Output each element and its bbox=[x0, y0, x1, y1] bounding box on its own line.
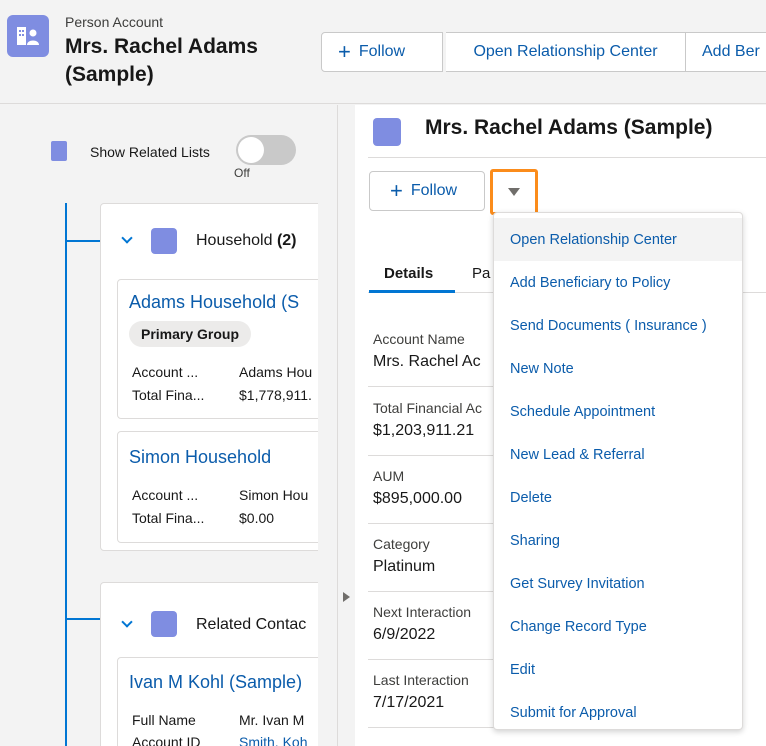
menu-item-delete[interactable]: Delete bbox=[494, 476, 742, 519]
contact-icon bbox=[151, 611, 177, 637]
person-account-icon bbox=[7, 15, 49, 57]
field-value: Simon Hou bbox=[239, 487, 309, 503]
menu-item-change-record-type[interactable]: Change Record Type bbox=[494, 605, 742, 648]
menu-item-add-beneficiary[interactable]: Add Beneficiary to Policy bbox=[494, 261, 742, 304]
field-value: Mr. Ivan M bbox=[239, 712, 305, 728]
divider bbox=[368, 386, 498, 387]
household-icon bbox=[151, 228, 177, 254]
household-icon bbox=[51, 141, 67, 161]
field-value: Mrs. Rachel Ac bbox=[373, 353, 481, 370]
household-link[interactable]: Simon Household bbox=[129, 447, 271, 468]
show-related-lists-label: Show Related Lists bbox=[90, 144, 210, 160]
field-label: Category bbox=[373, 536, 430, 552]
follow-button[interactable]: + Follow bbox=[369, 171, 485, 211]
field-value: $895,000.00 bbox=[373, 490, 462, 507]
record-title: Mrs. Rachel Adams (Sample) bbox=[425, 116, 713, 139]
chevron-down-icon[interactable] bbox=[121, 232, 133, 244]
plus-icon: + bbox=[390, 178, 403, 203]
menu-item-submit-for-approval[interactable]: Submit for Approval bbox=[494, 691, 742, 734]
field-label: Next Interaction bbox=[373, 604, 472, 620]
divider bbox=[368, 455, 498, 456]
follow-label: Follow bbox=[410, 182, 458, 199]
collapse-panel-icon[interactable] bbox=[343, 592, 350, 602]
divider bbox=[368, 727, 498, 728]
show-related-lists-toggle[interactable] bbox=[236, 135, 296, 165]
follow-button[interactable]: + Follow bbox=[321, 32, 443, 72]
menu-item-new-note[interactable]: New Note bbox=[494, 347, 742, 390]
field-total-financial: Total Financial Ac $1,203,911.21 bbox=[373, 400, 503, 440]
relationship-tree: Show Related Lists Off Household (2) Ada… bbox=[0, 105, 318, 746]
household-link[interactable]: Adams Household (S bbox=[129, 292, 299, 313]
tab-details[interactable]: Details bbox=[384, 265, 433, 282]
field-value: $0.00 bbox=[239, 510, 275, 526]
field-label: Account ... bbox=[132, 364, 199, 380]
field-label: Account ... bbox=[132, 487, 199, 503]
record-page: Person Account Mrs. Rachel Adams (Sample… bbox=[0, 0, 766, 746]
household-group: Household (2) Adams Household (S Primary… bbox=[100, 203, 318, 551]
field-category: Category Platinum bbox=[373, 536, 503, 576]
panel-gutter bbox=[318, 105, 337, 746]
field-value: 6/9/2022 bbox=[373, 626, 436, 643]
field-value: Platinum bbox=[373, 558, 436, 575]
menu-item-open-relationship-center[interactable]: Open Relationship Center bbox=[494, 218, 742, 261]
status-badge: Primary Group bbox=[129, 321, 252, 347]
field-label: Total Fina... bbox=[132, 510, 205, 526]
relationship-panel: Show Related Lists Off Household (2) Ada… bbox=[0, 105, 337, 746]
caret-down-icon bbox=[508, 188, 520, 196]
menu-item-edit[interactable]: Edit bbox=[494, 648, 742, 691]
toggle-state-label: Off bbox=[234, 166, 250, 180]
divider bbox=[368, 157, 766, 158]
chevron-down-icon[interactable] bbox=[121, 616, 133, 628]
field-label: Last Interaction bbox=[373, 672, 469, 688]
field-account-name: Account Name Mrs. Rachel Ac bbox=[373, 331, 503, 371]
divider bbox=[368, 523, 498, 524]
divider bbox=[368, 591, 498, 592]
field-label: Full Name bbox=[132, 712, 196, 728]
toggle-knob bbox=[238, 137, 264, 163]
person-account-icon bbox=[373, 118, 401, 146]
field-value: 7/17/2021 bbox=[373, 694, 445, 711]
plus-icon: + bbox=[338, 39, 351, 64]
household-card: Simon Household Account ... Simon Hou To… bbox=[117, 431, 318, 543]
follow-label: Follow bbox=[358, 43, 406, 60]
field-next-interaction: Next Interaction 6/9/2022 bbox=[373, 604, 503, 644]
field-value: $1,778,911. bbox=[239, 387, 312, 403]
contact-card: Ivan M Kohl (Sample) Full Name Mr. Ivan … bbox=[117, 657, 318, 746]
open-relationship-center-button[interactable]: Open Relationship Center bbox=[446, 32, 686, 72]
divider bbox=[368, 659, 498, 660]
household-card: Adams Household (S Primary Group Account… bbox=[117, 279, 318, 419]
record-header: Person Account Mrs. Rachel Adams (Sample… bbox=[0, 0, 766, 104]
field-label: AUM bbox=[373, 468, 405, 484]
more-actions-menu: Open Relationship Center Add Beneficiary… bbox=[493, 212, 743, 730]
related-contacts-title: Related Contac bbox=[196, 616, 307, 633]
field-value-link[interactable]: Smith, Koh bbox=[239, 734, 307, 746]
field-label: Total Financial Ac bbox=[373, 400, 482, 416]
field-last-interaction: Last Interaction 7/17/2021 bbox=[373, 672, 503, 712]
tree-branch bbox=[65, 618, 101, 620]
menu-item-get-survey-invitation[interactable]: Get Survey Invitation bbox=[494, 562, 742, 605]
tree-branch bbox=[65, 240, 101, 242]
panel-divider[interactable] bbox=[337, 105, 338, 746]
field-label: Total Fina... bbox=[132, 387, 205, 403]
field-value: Adams Hou bbox=[239, 364, 313, 380]
field-label: Account ID bbox=[132, 734, 201, 746]
active-tab-indicator bbox=[369, 290, 455, 293]
menu-item-schedule-appointment[interactable]: Schedule Appointment bbox=[494, 390, 742, 433]
menu-item-send-documents[interactable]: Send Documents ( Insurance ) bbox=[494, 304, 742, 347]
add-beneficiary-button[interactable]: Add Ber bbox=[685, 32, 766, 72]
tree-connector bbox=[65, 203, 67, 746]
field-label: Account Name bbox=[373, 331, 465, 347]
field-aum: AUM $895,000.00 bbox=[373, 468, 503, 508]
menu-item-sharing[interactable]: Sharing bbox=[494, 519, 742, 562]
page-title: Mrs. Rachel Adams (Sample) bbox=[65, 35, 258, 86]
menu-item-new-lead-referral[interactable]: New Lead & Referral bbox=[494, 433, 742, 476]
related-contacts-group: Related Contac Ivan M Kohl (Sample) Full… bbox=[100, 582, 318, 746]
household-group-title: Household (2) bbox=[196, 232, 297, 249]
field-value: $1,203,911.21 bbox=[373, 422, 475, 439]
contact-link[interactable]: Ivan M Kohl (Sample) bbox=[129, 672, 302, 693]
more-actions-button[interactable] bbox=[490, 169, 538, 215]
object-type-label: Person Account bbox=[65, 14, 164, 30]
